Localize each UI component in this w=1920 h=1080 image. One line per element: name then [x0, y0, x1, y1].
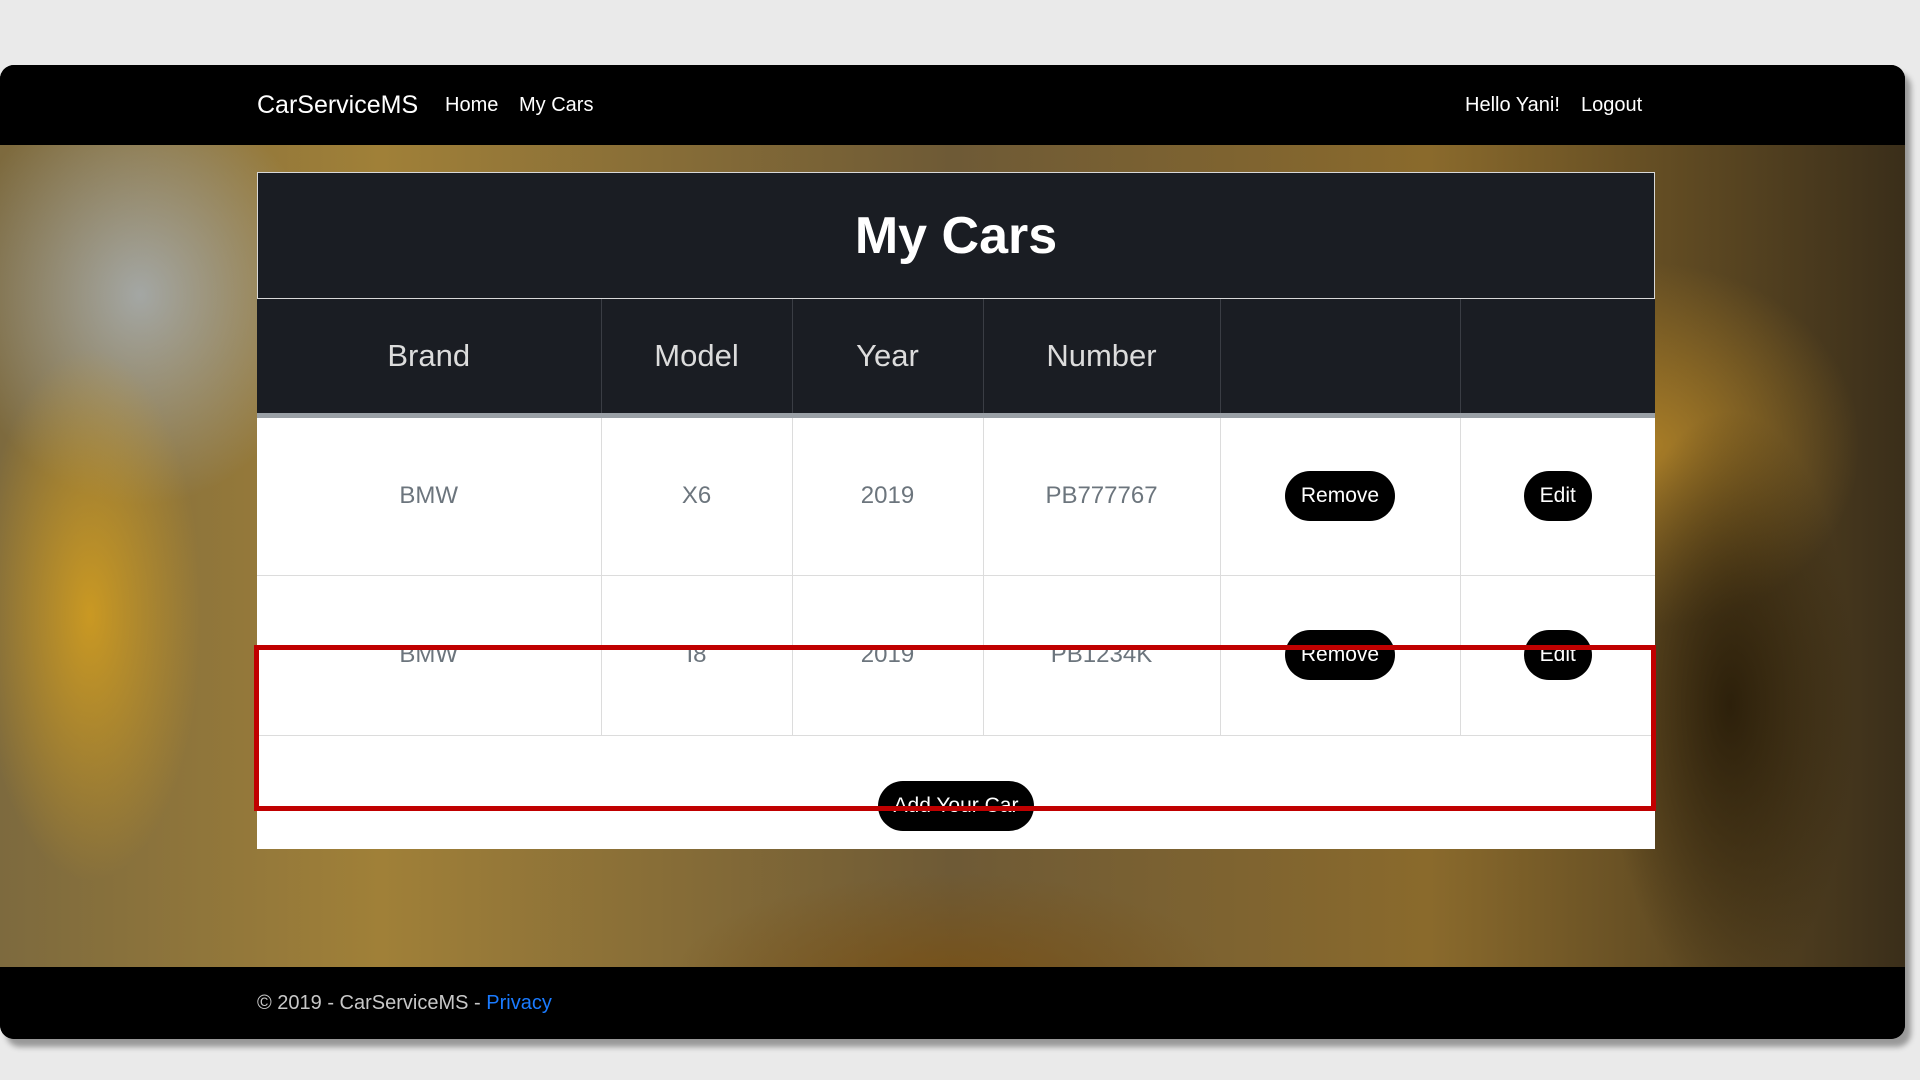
browser-window: CarServiceMS Home My Cars Hello Yani! Lo… — [0, 65, 1905, 1039]
cell-number: PB777767 — [982, 415, 1220, 576]
header-number: Number — [982, 299, 1220, 418]
privacy-link[interactable]: Privacy — [486, 992, 552, 1014]
footer: © 2019 - CarServiceMS - Privacy — [0, 967, 1905, 1039]
header-remove — [1219, 299, 1460, 418]
cell-number: PB1234K — [982, 575, 1220, 736]
nav-home[interactable]: Home — [445, 94, 498, 117]
cell-remove: Remove — [1219, 575, 1460, 736]
remove-button[interactable]: Remove — [1284, 471, 1396, 521]
cell-edit: Edit — [1459, 415, 1655, 576]
page-title: My Cars — [854, 206, 1058, 265]
remove-button[interactable]: Remove — [1284, 630, 1396, 680]
header-brand: Brand — [257, 299, 601, 418]
logout-link[interactable]: Logout — [1581, 94, 1642, 117]
header-year: Year — [791, 299, 983, 418]
cell-model: I8 — [600, 575, 792, 736]
cars-table: Brand Model Year Number BMW X6 2019 PB77… — [257, 299, 1655, 736]
cell-brand: BMW — [257, 575, 601, 736]
navbar: CarServiceMS Home My Cars Hello Yani! Lo… — [0, 65, 1905, 145]
copyright-text: © 2019 - CarServiceMS - — [257, 992, 487, 1014]
cell-model: X6 — [600, 415, 792, 576]
edit-button[interactable]: Edit — [1523, 471, 1592, 521]
header-model: Model — [600, 299, 792, 418]
table-header-row: Brand Model Year Number — [257, 299, 1655, 418]
panel-header: My Cars — [257, 172, 1655, 299]
cell-year: 2019 — [791, 575, 983, 736]
footer-text: © 2019 - CarServiceMS - Privacy — [257, 992, 552, 1015]
edit-button[interactable]: Edit — [1523, 630, 1592, 680]
nav-my-cars[interactable]: My Cars — [519, 94, 593, 117]
cell-remove: Remove — [1219, 415, 1460, 576]
cell-edit: Edit — [1459, 575, 1655, 736]
add-car-row: Add Your Car — [257, 762, 1655, 849]
table-row: BMW I8 2019 PB1234K Remove Edit — [257, 575, 1655, 736]
user-greeting[interactable]: Hello Yani! — [1465, 94, 1560, 117]
add-car-button[interactable]: Add Your Car — [877, 780, 1035, 831]
brand-link[interactable]: CarServiceMS — [257, 91, 418, 120]
cell-year: 2019 — [791, 415, 983, 576]
my-cars-panel: My Cars Brand Model Year Number BMW X6 2… — [257, 172, 1655, 849]
cell-brand: BMW — [257, 415, 601, 576]
header-edit — [1459, 299, 1655, 418]
table-row: BMW X6 2019 PB777767 Remove Edit — [257, 415, 1655, 576]
